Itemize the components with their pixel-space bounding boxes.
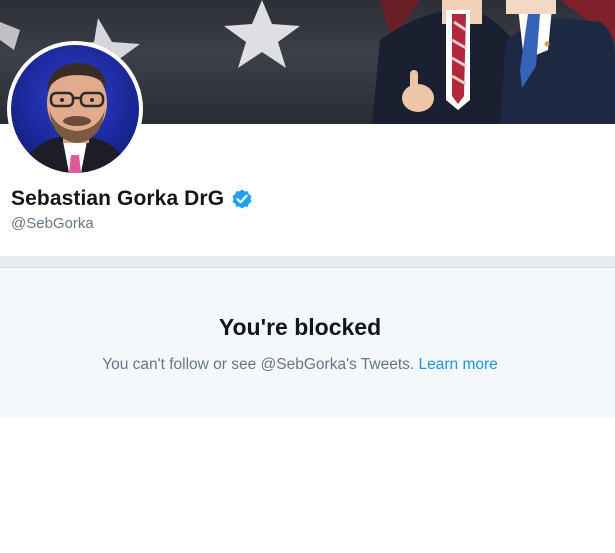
section-divider: [0, 256, 615, 268]
learn-more-link[interactable]: Learn more: [419, 356, 498, 373]
profile-name[interactable]: Sebastian Gorka DrG: [11, 187, 224, 211]
profile-name-row: Sebastian Gorka DrG: [11, 187, 254, 211]
blocked-message: You can't follow or see @SebGorka's Twee…: [0, 356, 600, 374]
avatar-photo: [11, 45, 139, 173]
profile-avatar[interactable]: [7, 41, 143, 177]
blocked-title: You're blocked: [218, 314, 382, 340]
blocked-message-text: You can't follow or see @SebGorka's Twee…: [102, 356, 415, 373]
blocked-notice-panel: [0, 268, 615, 418]
profile-handle[interactable]: @SebGorka: [11, 215, 94, 232]
verified-badge-icon: [230, 187, 254, 211]
